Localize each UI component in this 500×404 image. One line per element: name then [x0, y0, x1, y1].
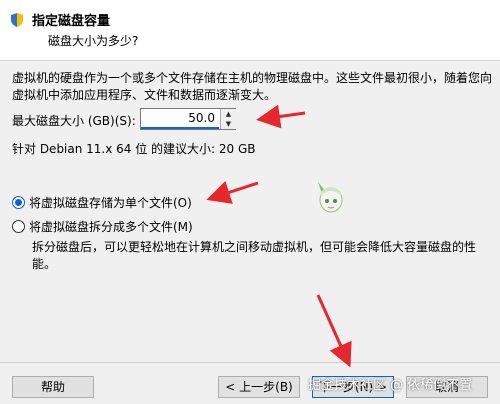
help-button[interactable]: 帮助 — [12, 376, 94, 398]
radio-unchecked-icon[interactable] — [12, 220, 25, 233]
back-button[interactable]: < 上一步(B) — [218, 376, 300, 398]
disk-size-label: 最大磁盘大小 (GB)(S): — [12, 114, 136, 128]
arrow-to-next-button-icon — [316, 294, 352, 368]
radio-single-file-label: 将虚拟磁盘存储为单个文件(O) — [29, 196, 192, 210]
mascot-sticker-icon — [318, 182, 343, 213]
recommended-size-text: 针对 Debian 11.x 64 位 的建议大小: 20 GB — [12, 142, 256, 156]
disk-size-stepper[interactable]: ▲ ▼ — [140, 108, 236, 130]
radio-checked-icon[interactable] — [12, 196, 25, 209]
description-text: 虚拟机的硬盘作为一个或多个文件存储在主机的物理磁盘中。这些文件最初很小，随着您向… — [12, 71, 493, 102]
radio-single-file[interactable]: 将虚拟磁盘存储为单个文件(O) — [12, 194, 192, 211]
radio-multiple-files[interactable]: 将虚拟磁盘拆分成多个文件(M) — [12, 218, 193, 235]
wizard-header: 指定磁盘容量 磁盘大小为多少? — [0, 0, 500, 61]
watermark-text: 掘金技术社区 @ 依稀倒不置 — [308, 378, 473, 393]
split-description-text: 拆分磁盘后，可以更轻松地在计算机之间移动虚拟机，但可能会降低大容量磁盘的性能。 — [32, 240, 477, 271]
disk-size-input[interactable] — [141, 109, 219, 129]
page-title: 指定磁盘容量 — [32, 14, 111, 29]
page-subtitle: 磁盘大小为多少? — [48, 34, 139, 48]
radio-multiple-files-label: 将虚拟磁盘拆分成多个文件(M) — [29, 220, 193, 234]
footer-divider — [0, 362, 500, 363]
arrow-to-single-file-icon — [206, 181, 259, 204]
shield-icon — [11, 13, 23, 27]
arrow-to-size-field-icon — [256, 104, 306, 129]
decrement-arrow-icon[interactable]: ▼ — [220, 119, 236, 129]
